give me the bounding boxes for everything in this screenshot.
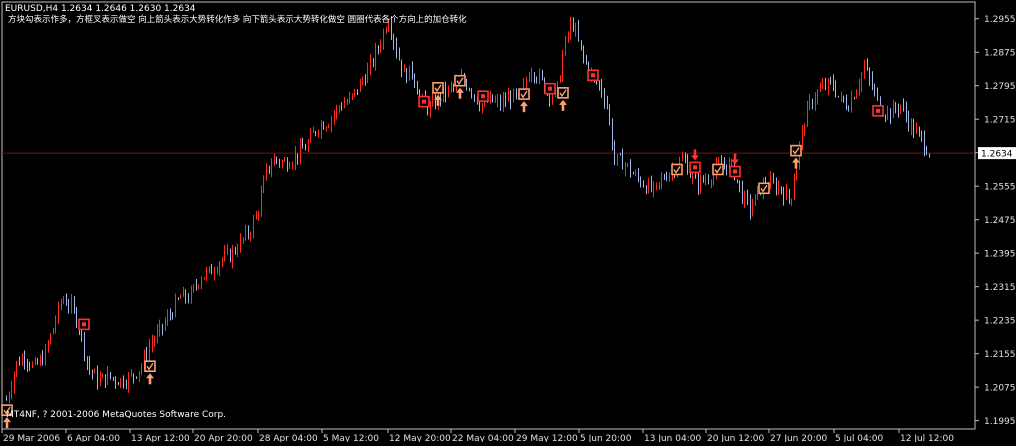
candles-series bbox=[6, 15, 930, 404]
chart-area[interactable]: 1.29551.28751.27951.27151.26351.25551.24… bbox=[0, 0, 1016, 444]
y-tick-label: 1.2715 bbox=[984, 116, 1016, 126]
symbol-ohlc-header: EURUSD,H4 1.2634 1.2646 1.2630 1.2634 bbox=[5, 4, 196, 14]
x-tick-label: 20 Apr 20:00 bbox=[194, 434, 253, 442]
x-tick-label: 12 Jul 12:00 bbox=[900, 434, 954, 442]
signal-marker bbox=[144, 360, 156, 385]
signal-marker bbox=[671, 163, 683, 176]
y-tick-label: 1.2875 bbox=[984, 49, 1016, 59]
x-tick-label: 5 May 12:00 bbox=[323, 434, 379, 442]
arrow-up-icon bbox=[146, 373, 154, 385]
x-tick-label: 13 Jun 04:00 bbox=[644, 434, 701, 442]
y-tick-label: 1.2155 bbox=[984, 350, 1016, 360]
y-tick-label: 1.1995 bbox=[984, 417, 1016, 427]
copyright-text: MT4NF, ? 2001-2006 MetaQuotes Software C… bbox=[6, 410, 227, 420]
y-tick-label: 1.2955 bbox=[984, 15, 1016, 25]
x-tick-label: 5 Jun 20:00 bbox=[580, 434, 632, 442]
y-tick-label: 1.2475 bbox=[984, 216, 1016, 226]
arrow-down-icon bbox=[731, 153, 739, 165]
y-tick-label: 1.2315 bbox=[984, 283, 1016, 293]
x-tick-label: 12 May 20:00 bbox=[389, 434, 451, 442]
y-tick-label: 1.2555 bbox=[984, 183, 1016, 193]
time-axis: 29 Mar 2006 6 Apr 04:00 13 Apr 12:00 20 Apr… bbox=[1, 429, 954, 444]
arrow-down-icon bbox=[691, 149, 699, 161]
y-tick-label: 1.2235 bbox=[984, 317, 1016, 327]
y-tick-label: 1.2795 bbox=[984, 82, 1016, 92]
current-price-label: 1.2634 bbox=[981, 150, 1013, 160]
x-tick-label: 13 Apr 12:00 bbox=[131, 434, 190, 442]
arrow-up-icon bbox=[559, 99, 567, 111]
signal-marker bbox=[477, 90, 489, 102]
x-tick-label: 27 Jun 20:00 bbox=[770, 434, 827, 442]
candlestick-chart: 1.29551.28751.27951.27151.26351.25551.24… bbox=[1, 1, 1016, 444]
arrow-up-icon bbox=[456, 87, 464, 99]
signal-marker bbox=[418, 95, 430, 108]
y-tick-label: 1.2395 bbox=[984, 250, 1016, 260]
arrow-up-icon bbox=[520, 101, 528, 113]
signal-marker bbox=[587, 69, 599, 82]
price-axis: 1.29551.28751.27951.27151.26351.25551.24… bbox=[975, 15, 1016, 427]
signal-marker bbox=[712, 163, 724, 176]
signal-marker bbox=[78, 318, 90, 331]
x-tick-label: 22 May 04:00 bbox=[452, 434, 514, 442]
signal-marker bbox=[758, 182, 770, 195]
signal-markers bbox=[1, 69, 884, 429]
y-tick-label: 1.2075 bbox=[984, 384, 1016, 394]
x-tick-label: 28 Apr 04:00 bbox=[259, 434, 318, 442]
signal-marker bbox=[557, 87, 569, 111]
x-tick-label: 20 Jun 12:00 bbox=[707, 434, 764, 442]
x-tick-label: 29 May 12:00 bbox=[516, 434, 578, 442]
x-tick-label: 6 Apr 04:00 bbox=[67, 434, 120, 442]
signal-marker bbox=[518, 88, 530, 113]
arrow-up-icon bbox=[792, 157, 800, 169]
signal-marker bbox=[872, 105, 884, 117]
x-tick-label: 29 Mar 2006 bbox=[3, 434, 60, 442]
signal-marker bbox=[544, 82, 556, 95]
indicator-legend-text: 方块勾表示作多，方框叉表示做空 向上箭头表示大势转化作多 向下箭头表示大势转化做… bbox=[8, 15, 467, 25]
x-tick-label: 5 Jul 04:00 bbox=[835, 434, 884, 442]
